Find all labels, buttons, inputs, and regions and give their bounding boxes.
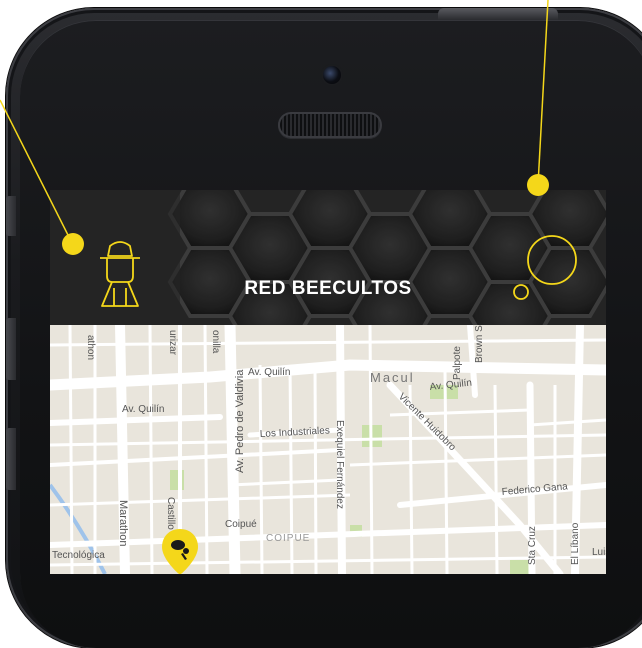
street-label: Av. Quilín (248, 367, 290, 378)
street-label: Av. Pedro de Valdivia (234, 369, 246, 473)
street-label: Coipué (225, 519, 257, 530)
mute-switch (6, 196, 16, 236)
street-label: athon (85, 335, 96, 360)
street-label: Brown S (474, 325, 485, 363)
earpiece-speaker (278, 112, 382, 138)
app-header: RED BEECULTOS (50, 190, 606, 325)
annotation-dot (527, 174, 549, 196)
map-view[interactable]: Av. Quilín Av. Quilín Av. Quilín Macul A… (50, 319, 606, 574)
street-label: Av. Quilín (122, 404, 164, 415)
volume-down-button (6, 428, 16, 490)
annotation-dot (62, 233, 84, 255)
street-label: Marathon (117, 500, 129, 546)
street-label: urizar (167, 330, 178, 356)
street-label: Macul (370, 370, 415, 385)
volume-up-button (6, 318, 16, 380)
power-button (438, 8, 558, 20)
app-screen: RED BEECULTOS Av. Quilín Av. Quilín Av. … (50, 190, 606, 574)
street-label: Tecnológica (52, 550, 105, 561)
street-label: El Líbano (570, 522, 581, 565)
street-map[interactable]: Av. Quilín Av. Quilín Av. Quilín Macul A… (50, 319, 606, 574)
front-camera (323, 66, 341, 84)
street-label: Sta Cruz (527, 526, 538, 565)
bee-marker-icon[interactable] (160, 527, 200, 574)
street-label: Palpote (452, 346, 463, 380)
street-label: Luis (592, 547, 606, 558)
street-label: onilla (210, 330, 221, 354)
app-title: RED BEECULTOS (244, 278, 412, 299)
street-label: Exequiel Fernández (334, 420, 345, 509)
street-label: COIPUE (266, 533, 310, 544)
